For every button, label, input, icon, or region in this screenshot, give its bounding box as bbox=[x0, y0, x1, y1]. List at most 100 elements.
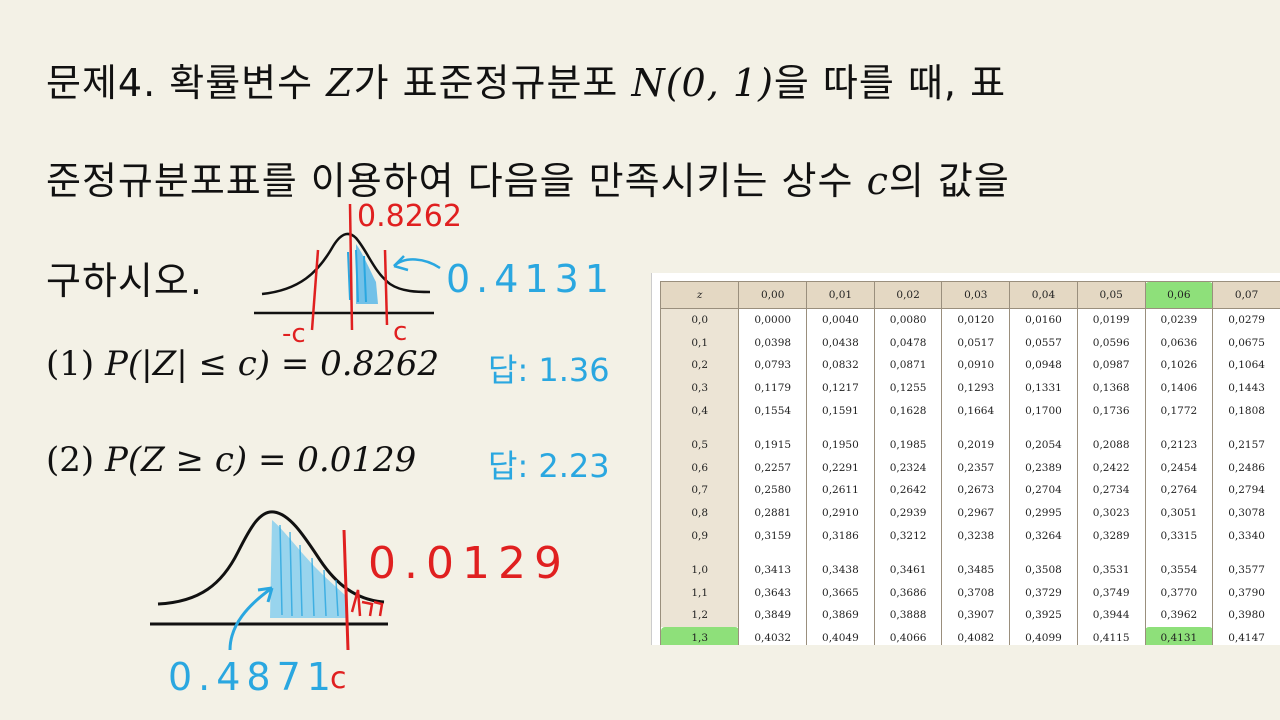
column-header: 0,02 bbox=[873, 281, 943, 309]
z-value-cell: 0,5 bbox=[659, 433, 740, 457]
probability-cell: 0,3289 bbox=[1076, 524, 1146, 547]
probability-cell: 0,4049 bbox=[806, 626, 875, 645]
probability-cell: 0,2611 bbox=[806, 479, 875, 502]
column-header: 0,01 bbox=[806, 281, 875, 309]
probability-cell: 0,1293 bbox=[941, 376, 1011, 400]
probability-cell: 0,1700 bbox=[1009, 399, 1078, 422]
probability-cell: 0,2642 bbox=[873, 479, 943, 502]
z-table: z 0,00 0,01 0,02 0,03 0,04 0,05 0,06 0,07 0,0 0,… bbox=[659, 281, 1280, 645]
probability-cell: 0,2673 bbox=[941, 479, 1011, 502]
probability-cell: 0,1064 bbox=[1212, 354, 1280, 377]
z-value-cell: 1,2 bbox=[659, 604, 740, 627]
probability-cell: 0,1664 bbox=[941, 399, 1011, 422]
probability-cell: 0,3438 bbox=[806, 558, 875, 582]
probability-cell: 0,1736 bbox=[1076, 399, 1146, 422]
z-value-cell: 1,1 bbox=[659, 581, 740, 605]
probability-cell: 0,3531 bbox=[1076, 558, 1146, 582]
probability-cell: 0,0948 bbox=[1009, 354, 1078, 377]
probability-cell: 0,1368 bbox=[1076, 376, 1146, 400]
probability-cell: 0,2357 bbox=[941, 456, 1011, 480]
probability-cell: 0,2088 bbox=[1076, 433, 1146, 457]
probability-cell: 0,3686 bbox=[873, 581, 943, 605]
probability-cell: 0,3264 bbox=[1009, 524, 1078, 547]
column-header: 0,05 bbox=[1076, 281, 1146, 309]
probability-cell: 0,1443 bbox=[1212, 376, 1280, 400]
probability-cell: 0,3980 bbox=[1212, 604, 1280, 627]
probability-cell: 0,1808 bbox=[1212, 399, 1280, 422]
probability-cell: 0,3186 bbox=[806, 524, 875, 547]
probability-cell: 0,4082 bbox=[941, 626, 1011, 645]
column-header: 0,00 bbox=[738, 281, 808, 309]
probability-cell: 0,0398 bbox=[738, 331, 808, 355]
probability-cell: 0,2881 bbox=[738, 501, 808, 525]
probability-cell: 0,0000 bbox=[738, 308, 808, 332]
probability-cell: 0,0279 bbox=[1212, 308, 1280, 332]
probability-cell: 0,2764 bbox=[1144, 479, 1214, 502]
column-header: 0,06 bbox=[1144, 281, 1214, 309]
probability-cell: 0,3907 bbox=[941, 604, 1011, 627]
probability-cell: 0,3340 bbox=[1212, 524, 1280, 547]
probability-cell: 0,1591 bbox=[806, 399, 875, 422]
z-value-cell: 0,9 bbox=[659, 524, 740, 547]
probability-cell: 0,1915 bbox=[738, 433, 808, 457]
probability-cell: 0,3212 bbox=[873, 524, 943, 547]
table-row: 0,6 0,2257 0,2291 0,2324 0,2357 0,2389 0,2422 0… bbox=[659, 456, 1280, 480]
probability-cell: 0,2257 bbox=[738, 456, 808, 480]
probability-cell: 0,2580 bbox=[738, 479, 808, 502]
z-column-header: z bbox=[659, 281, 740, 309]
probability-cell: 0,3078 bbox=[1212, 501, 1280, 525]
probability-cell: 0,3849 bbox=[738, 604, 808, 627]
probability-cell: 0,0910 bbox=[941, 354, 1011, 377]
probability-cell: 0,4147 bbox=[1212, 626, 1280, 645]
probability-cell: 0,0675 bbox=[1212, 331, 1280, 355]
probability-cell: 0,3729 bbox=[1009, 581, 1078, 605]
probability-cell: 0,2910 bbox=[806, 501, 875, 525]
probability-cell: 0,3508 bbox=[1009, 558, 1078, 582]
top-blue-value: 0.4131 bbox=[446, 257, 615, 301]
table-row: 0,5 0,1915 0,1950 0,1985 0,2019 0,2054 0,2088 0… bbox=[659, 433, 1280, 457]
probability-cell: 0,3577 bbox=[1212, 558, 1280, 582]
probability-cell: 0,3238 bbox=[941, 524, 1011, 547]
probability-cell: 0,2389 bbox=[1009, 456, 1078, 480]
bottom-blue-value: 0.4871 bbox=[168, 655, 337, 699]
probability-cell: 0,0987 bbox=[1076, 354, 1146, 377]
probability-cell: 0,1179 bbox=[738, 376, 808, 400]
probability-cell: 0,3708 bbox=[941, 581, 1011, 605]
probability-cell: 0,4131 bbox=[1144, 626, 1214, 645]
z-value-cell: 0,4 bbox=[659, 399, 740, 422]
probability-cell: 0,0438 bbox=[806, 331, 875, 355]
probability-cell: 0,3962 bbox=[1144, 604, 1214, 627]
probability-cell: 0,3790 bbox=[1212, 581, 1280, 605]
z-value-cell: 0,8 bbox=[659, 501, 740, 525]
z-value-cell: 0,7 bbox=[659, 479, 740, 502]
probability-cell: 0,1554 bbox=[738, 399, 808, 422]
probability-cell: 0,2734 bbox=[1076, 479, 1146, 502]
probability-cell: 0,0239 bbox=[1144, 308, 1214, 332]
probability-cell: 0,4032 bbox=[738, 626, 808, 645]
probability-cell: 0,2422 bbox=[1076, 456, 1146, 480]
probability-cell: 0,2995 bbox=[1009, 501, 1078, 525]
table-row: 1,2 0,3849 0,3869 0,3888 0,3907 0,3925 0,3944 0… bbox=[659, 604, 1280, 627]
table-row: 1,1 0,3643 0,3665 0,3686 0,3708 0,3729 0,3749 0… bbox=[659, 581, 1280, 605]
probability-cell: 0,3770 bbox=[1144, 581, 1214, 605]
pos-c-label: c bbox=[393, 317, 407, 347]
probability-cell: 0,1950 bbox=[806, 433, 875, 457]
probability-cell: 0,1217 bbox=[806, 376, 875, 400]
probability-cell: 0,3413 bbox=[738, 558, 808, 582]
probability-cell: 0,0793 bbox=[738, 354, 808, 377]
probability-cell: 0,3461 bbox=[873, 558, 943, 582]
table-row: 1,0 0,3413 0,3438 0,3461 0,3485 0,3508 0,3531 0… bbox=[659, 558, 1280, 582]
column-header: 0,04 bbox=[1009, 281, 1078, 309]
z-value-cell: 1,0 bbox=[659, 558, 740, 582]
probability-cell: 0,2794 bbox=[1212, 479, 1280, 502]
group-spacer bbox=[659, 546, 1280, 559]
bottom-normal-curve-sketch bbox=[150, 510, 388, 651]
probability-cell: 0,0636 bbox=[1144, 331, 1214, 355]
probability-cell: 0,3925 bbox=[1009, 604, 1078, 627]
probability-cell: 0,3869 bbox=[806, 604, 875, 627]
top-red-value: 0.8262 bbox=[357, 199, 462, 234]
probability-cell: 0,0596 bbox=[1076, 331, 1146, 355]
probability-cell: 0,0478 bbox=[873, 331, 943, 355]
table-row: 1,3 0,4032 0,4049 0,4066 0,4082 0,4099 0,4115 0… bbox=[659, 626, 1280, 645]
table-row: 0,1 0,0398 0,0438 0,0478 0,0517 0,0557 0,0596 0… bbox=[659, 331, 1280, 355]
